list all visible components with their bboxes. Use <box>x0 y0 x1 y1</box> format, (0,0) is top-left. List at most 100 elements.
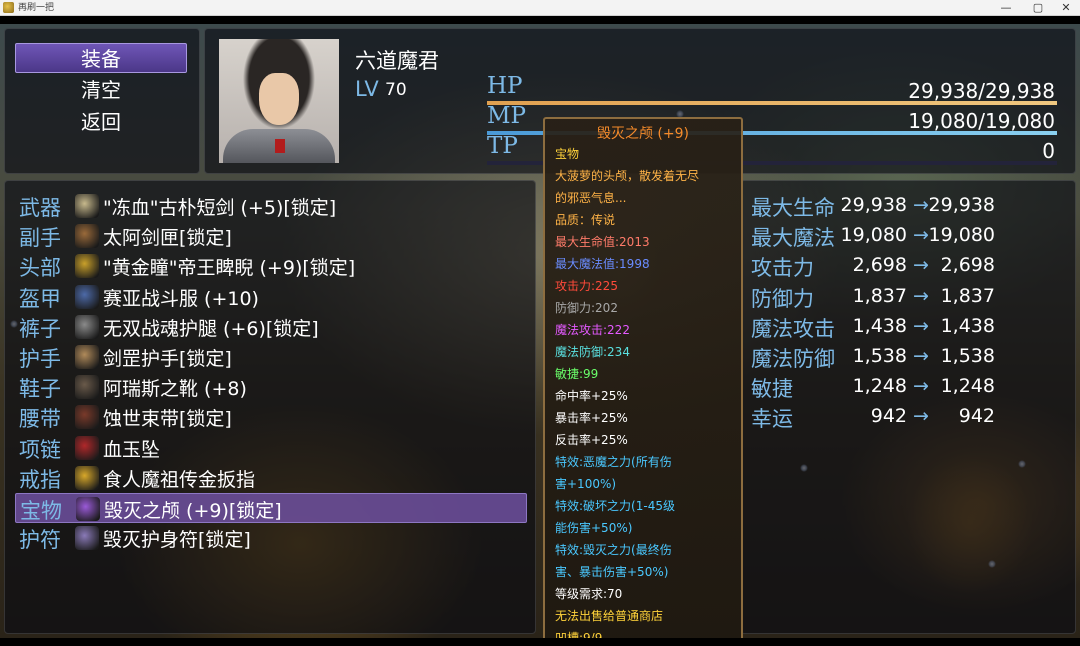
tooltip-line: 魔法防御:234 <box>555 345 630 359</box>
equip-item-name: 无双战魂护腿 (+6)[锁定] <box>103 317 319 340</box>
param-label: 攻击力 <box>751 256 814 281</box>
tooltip-line: 大菠萝的头颅，散发着无尽 <box>555 169 700 183</box>
tooltip-line: 特效:毁灭之力(最终伤 <box>555 543 672 557</box>
command-clear[interactable]: 清空 <box>15 75 187 105</box>
crown-helmet-icon <box>75 254 99 279</box>
equip-item-name: 毁灭之颅 (+9)[锁定] <box>104 500 282 522</box>
close-button[interactable]: ✕ <box>1050 0 1080 16</box>
param-row: 魔法防御 1,538 → 1,538 <box>751 342 1067 372</box>
actor-name: 六道魔君 <box>355 49 439 73</box>
equip-slot-name: 盔甲 <box>19 286 61 311</box>
tooltip-line: 的邪恶气息... <box>555 191 627 205</box>
equip-item-name: 毁灭护身符[锁定] <box>103 529 251 552</box>
tooltip-line: 特效:破坏之力(1-45级 <box>555 499 675 513</box>
tp-label: TP <box>487 133 518 159</box>
param-new-value: 1,538 <box>940 345 995 367</box>
param-current-value: 1,248 <box>852 375 907 398</box>
tooltip-line: 最大生命值:2013 <box>555 235 650 249</box>
param-label: 最大生命 <box>751 196 835 220</box>
tooltip-line: 敏捷:99 <box>555 367 599 381</box>
tooltip-line: 害+100%) <box>555 477 617 491</box>
equip-slot-name: 腰带 <box>19 407 61 432</box>
param-label: 防御力 <box>751 286 814 311</box>
equip-item-name: 蚀世束带[锁定] <box>103 408 232 431</box>
tooltip-line: 害、暴击伤害+50%) <box>555 565 669 579</box>
equip-slot-name: 鞋子 <box>19 377 61 402</box>
param-row: 最大生命 29,938 → 29,938 <box>751 191 1067 221</box>
level-value: 70 <box>385 80 407 100</box>
equip-slot-row[interactable]: 护符 毁灭护身符[锁定] <box>15 523 527 553</box>
equip-item-name: 阿瑞斯之靴 (+8) <box>103 378 247 401</box>
parameter-window: 最大生命 29,938 → 29,938 最大魔法 19,080 → 19,080 攻击力 2,6… <box>740 180 1076 634</box>
minimize-button[interactable]: — <box>990 0 1022 16</box>
equip-item-name: 血玉坠 <box>103 438 161 461</box>
param-label: 敏捷 <box>751 377 793 402</box>
equip-slot-row[interactable]: 裤子 无双战魂护腿 (+6)[锁定] <box>15 312 527 342</box>
param-row: 敏捷 1,248 → 1,248 <box>751 372 1067 402</box>
tooltip-line: 凹槽:9/9 <box>555 631 603 638</box>
param-current-value: 19,080 <box>840 224 907 247</box>
arrow-right-icon: → <box>913 224 929 247</box>
gauntlet-icon <box>75 345 99 369</box>
arrow-right-icon: → <box>913 375 929 398</box>
equip-slot-name: 项链 <box>19 437 61 462</box>
actor-portrait <box>219 39 339 163</box>
param-current-value: 1,438 <box>852 314 907 337</box>
arrow-right-icon: → <box>913 314 929 337</box>
boots-icon <box>75 375 99 400</box>
mp-label: MP <box>487 103 527 129</box>
equip-item-name: "黄金瞳"帝王睥睨 (+9)[锁定] <box>103 257 356 280</box>
hp-label: HP <box>487 73 523 99</box>
tooltip-title: 毁灭之颅 (+9) <box>596 126 689 142</box>
leggings-icon <box>75 314 99 339</box>
arrow-right-icon: → <box>913 194 929 216</box>
tooltip-line: 无法出售给普通商店 <box>555 609 664 623</box>
hp-gauge-fill <box>487 101 1057 105</box>
param-row: 防御力 1,837 → 1,837 <box>751 282 1067 312</box>
equip-slot-row[interactable]: 戒指 食人魔祖传金扳指 <box>15 463 527 493</box>
param-row: 幸运 942 → 942 <box>751 402 1067 432</box>
equip-slot-name: 武器 <box>19 196 61 220</box>
arrow-right-icon: → <box>913 345 929 367</box>
equip-slot-row[interactable]: 头部 "黄金瞳"帝王睥睨 (+9)[锁定] <box>15 251 527 281</box>
tooltip-line: 最大魔法值:1998 <box>555 257 650 271</box>
param-current-value: 942 <box>870 405 907 428</box>
equip-slot-row[interactable]: 护手 剑罡护手[锁定] <box>15 342 527 372</box>
param-current-value: 29,938 <box>840 194 907 216</box>
equip-slot-row[interactable]: 盔甲 赛亚战斗服 (+10) <box>15 282 527 312</box>
tooltip-line: 魔法攻击:222 <box>555 323 630 337</box>
tooltip-line: 等级需求:70 <box>555 587 623 601</box>
command-back[interactable]: 返回 <box>15 107 187 137</box>
param-new-value: 29,938 <box>928 194 995 216</box>
equip-slot-row[interactable]: 腰带 蚀世束带[锁定] <box>15 402 527 432</box>
equip-slot-row[interactable]: 宝物 毁灭之颅 (+9)[锁定] <box>15 493 527 523</box>
equip-slot-row[interactable]: 鞋子 阿瑞斯之靴 (+8) <box>15 372 527 402</box>
tooltip-line: 品质：传说 <box>555 213 616 227</box>
param-label: 幸运 <box>751 407 793 432</box>
param-current-value: 1,538 <box>852 345 907 367</box>
equip-slot-window: 武器 "冻血"古朴短剑 (+5)[锁定] 副手 太阿剑匣[锁定] 头部 "黄金瞳"帝王睥睨… <box>4 180 536 634</box>
equip-slot-row[interactable]: 武器 "冻血"古朴短剑 (+5)[锁定] <box>15 191 527 221</box>
level-label: LV <box>355 77 379 101</box>
tooltip-line: 能伤害+50%) <box>555 521 633 535</box>
equip-slot-name: 副手 <box>19 226 61 251</box>
arrow-right-icon: → <box>913 405 929 428</box>
equip-slot-name: 宝物 <box>20 499 62 523</box>
belt-icon <box>75 405 99 430</box>
equip-slot-row[interactable]: 项链 血玉坠 <box>15 433 527 463</box>
item-tooltip: 毁灭之颅 (+9) 宝物 大菠萝的头颅，散发着无尽 的邪恶气息... 品质：传说 最大生… <box>543 117 743 638</box>
pendant-icon <box>75 435 99 460</box>
equip-slot-name: 裤子 <box>19 316 61 341</box>
skull-icon <box>76 497 100 521</box>
param-row: 最大魔法 19,080 → 19,080 <box>751 221 1067 251</box>
tp-value: 0 <box>1042 139 1055 163</box>
equip-slot-name: 护符 <box>19 528 61 553</box>
equip-slot-name: 头部 <box>19 256 61 281</box>
command-equip[interactable]: 装备 <box>15 43 187 73</box>
param-label: 最大魔法 <box>751 226 835 251</box>
game-screen: 装备 清空 返回 六道魔君 LV 70 HP 29,938/29,938 MP … <box>0 24 1080 638</box>
param-current-value: 1,837 <box>852 284 907 307</box>
talisman-icon <box>75 526 99 551</box>
equip-slot-row[interactable]: 副手 太阿剑匣[锁定] <box>15 221 527 251</box>
param-new-value: 2,698 <box>940 254 995 277</box>
